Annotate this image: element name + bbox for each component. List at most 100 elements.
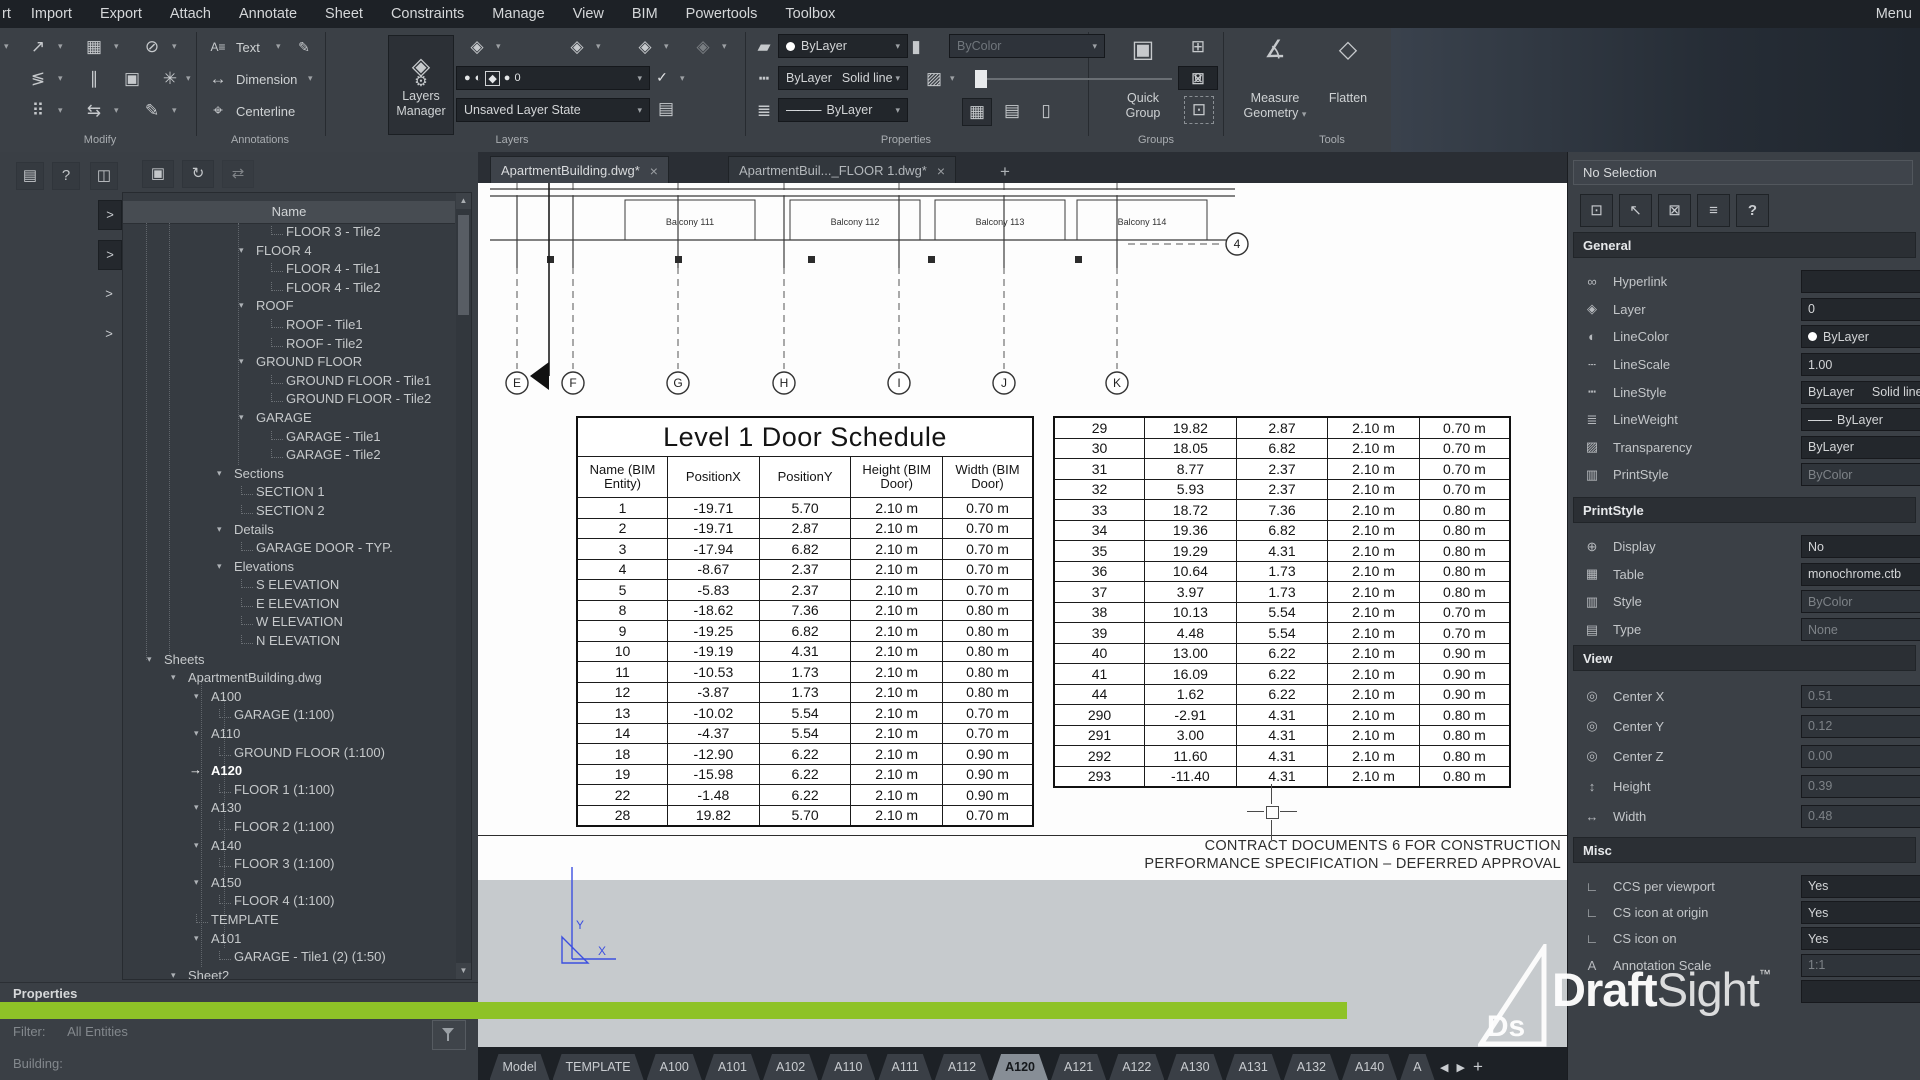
drawing-canvas[interactable]: Balcony 111 Balcony 112 Balcony 113 Balc… [478,183,1567,1047]
property-value-display[interactable]: No [1801,535,1920,558]
sheet-tab-a132[interactable]: A132 [1284,1054,1339,1080]
property-value-transparency[interactable]: ByLayer [1801,436,1920,459]
expanded-chevron-icon[interactable]: ▾ [194,933,199,944]
lineweight-combo[interactable]: ——— ByLayer ▾ [778,98,908,122]
section-header-view[interactable]: View [1573,645,1916,671]
tree-item-garage[interactable]: ▾GARAGE [123,409,455,428]
tree-item-roof[interactable]: ▾ROOF [123,297,455,316]
property-value-cs-icon-at-origin[interactable]: Yes [1801,901,1920,924]
tree-item-details[interactable]: ▾Details [123,521,455,540]
select-cursor-icon[interactable]: ↖ [1619,194,1652,227]
tree-item-template[interactable]: TEMPLATE [123,911,455,930]
tree-column-header[interactable]: Name [123,201,455,224]
converge-icon[interactable]: ⇆ [80,98,108,124]
menu-item-toolbox[interactable]: Toolbox [771,6,849,22]
match-properties-icon[interactable]: ▤ [998,98,1026,124]
stretch-icon[interactable]: ≶ [24,66,52,92]
filter-value[interactable]: All Entities [67,1024,128,1039]
menu-item-bim[interactable]: BIM [618,6,672,22]
caret-icon[interactable]: ▾ [596,42,601,51]
caret-icon[interactable]: ▾ [58,74,63,83]
property-value-ccs-per-viewport[interactable]: Yes [1801,875,1920,898]
expanded-chevron-icon[interactable]: ▾ [194,728,199,739]
tree-item-a101[interactable]: ▾A101 [123,930,455,949]
tree-item-floor-2-1-100[interactable]: FLOOR 2 (1:100) [123,818,455,837]
menu-item-partial[interactable]: rt [0,6,17,22]
quick-group-button[interactable]: ▣ Quick Group [1108,35,1178,121]
select-matching-icon[interactable]: ⊡ [1580,194,1613,227]
tree-item-a120[interactable]: →A120 [123,762,455,781]
caret-icon[interactable]: ▾ [58,42,63,51]
expanded-chevron-icon[interactable]: ▾ [194,840,199,851]
scroll-down-icon[interactable]: ▼ [456,963,471,979]
sheet-tab-a112[interactable]: A112 [935,1054,989,1080]
section-header-misc[interactable]: Misc [1573,837,1916,863]
annotative-scale-icon[interactable]: ▦ [962,98,992,126]
collapsed-palette-chevron-icon[interactable]: > [98,240,122,270]
tree-item-a130[interactable]: ▾A130 [123,799,455,818]
linecolor-bucket-icon[interactable]: ▰ [750,34,778,60]
menu-item-sheet[interactable]: Sheet [311,6,377,22]
close-icon[interactable]: × [937,163,945,179]
caret-icon[interactable]: ▾ [664,42,669,51]
layer-isolate-icon[interactable]: ◈ [689,34,717,60]
layer-freeze-icon[interactable]: ◈ [563,34,591,60]
layer-state-combo[interactable]: Unsaved Layer State ▾ [456,98,650,122]
expanded-chevron-icon[interactable]: ▾ [217,468,222,479]
expanded-chevron-icon[interactable]: ▾ [239,356,244,367]
caret-icon[interactable]: ▾ [186,74,191,83]
new-document-icon[interactable]: + [990,158,1020,185]
tree-item-floor-4-tile2[interactable]: FLOOR 4 - Tile2 [123,279,455,298]
tree-item-sheet2[interactable]: ▾Sheet2 [123,967,455,979]
menu-item-annotate[interactable]: Annotate [225,6,311,22]
expanded-chevron-icon[interactable]: ▾ [194,691,199,702]
expanded-chevron-icon[interactable]: ▾ [239,245,244,256]
sheet-tab-a102[interactable]: A102 [763,1054,818,1080]
caret-icon[interactable]: ▾ [276,42,281,51]
close-icon[interactable]: × [650,163,658,179]
tree-item-floor-3-tile2[interactable]: FLOOR 3 - Tile2 [123,223,455,242]
tree-sync-all-icon[interactable]: ⇄ [222,160,254,188]
flatten-button[interactable]: ◇ Flatten [1318,35,1378,106]
tree-item-floor-4-1-100[interactable]: FLOOR 4 (1:100) [123,892,455,911]
sheet-tab-a130[interactable]: A130 [1167,1054,1222,1080]
sheet-tab-a131[interactable]: A131 [1226,1054,1281,1080]
property-value-cs-icon-on[interactable]: Yes [1801,927,1920,950]
menu-item-import[interactable]: Import [17,6,86,22]
collapsed-palette-chevron-icon[interactable]: > [98,200,122,230]
property-value-hyperlink[interactable] [1801,270,1920,293]
check-icon[interactable]: ✓ [648,64,676,90]
tree-item-ground-floor-tile2[interactable]: GROUND FLOOR - Tile2 [123,390,455,409]
panel-toggle-icon[interactable]: ◫ [90,162,118,190]
caret-icon[interactable]: ▾ [496,42,501,51]
tree-item-section-2[interactable]: SECTION 2 [123,502,455,521]
tree-item-elevations[interactable]: ▾Elevations [123,558,455,577]
sheet-tab-a101[interactable]: A101 [705,1054,760,1080]
tree-sync-icon[interactable]: ↻ [182,160,214,188]
caret-icon[interactable]: ▾ [114,42,119,51]
tree-item-n-elevation[interactable]: N ELEVATION [123,632,455,651]
expanded-chevron-icon[interactable]: ▾ [217,561,222,572]
linestyle-combo[interactable]: ByLayer Solid line ▾ [778,66,908,90]
tree-item-garage-tile1-2-1-50[interactable]: GARAGE - Tile1 (2) (1:50) [123,948,455,967]
caret-icon[interactable]: ▾ [172,42,177,51]
tree-item-a110[interactable]: ▾A110 [123,725,455,744]
sheet-tab-a122[interactable]: A122 [1109,1054,1164,1080]
text-tool-label[interactable]: Text [236,40,260,55]
menu-item-view[interactable]: View [559,6,618,22]
move-icon[interactable]: ↗ [24,34,52,60]
menu-item-export[interactable]: Export [86,6,156,22]
expanded-chevron-icon[interactable]: ▾ [217,524,222,535]
tree-update-icon[interactable]: ▣ [142,160,174,188]
ungroup-icon[interactable]: ⊠ [1184,66,1212,92]
caret-icon[interactable]: ▾ [722,42,727,51]
expanded-chevron-icon[interactable]: ▾ [194,877,199,888]
section-header-general[interactable]: General [1573,232,1916,258]
document-tab-apartmentbuilding[interactable]: ApartmentBuilding.dwg* × [490,156,669,184]
tree-item-roof-tile2[interactable]: ROOF - Tile2 [123,335,455,354]
caret-icon[interactable]: ▾ [172,106,177,115]
tree-item-section-1[interactable]: SECTION 1 [123,483,455,502]
sheet-tab-a[interactable]: A [1400,1054,1434,1080]
printstyle-stripes-icon[interactable]: ▮ [902,34,930,60]
menu-item-constraints[interactable]: Constraints [377,6,478,22]
